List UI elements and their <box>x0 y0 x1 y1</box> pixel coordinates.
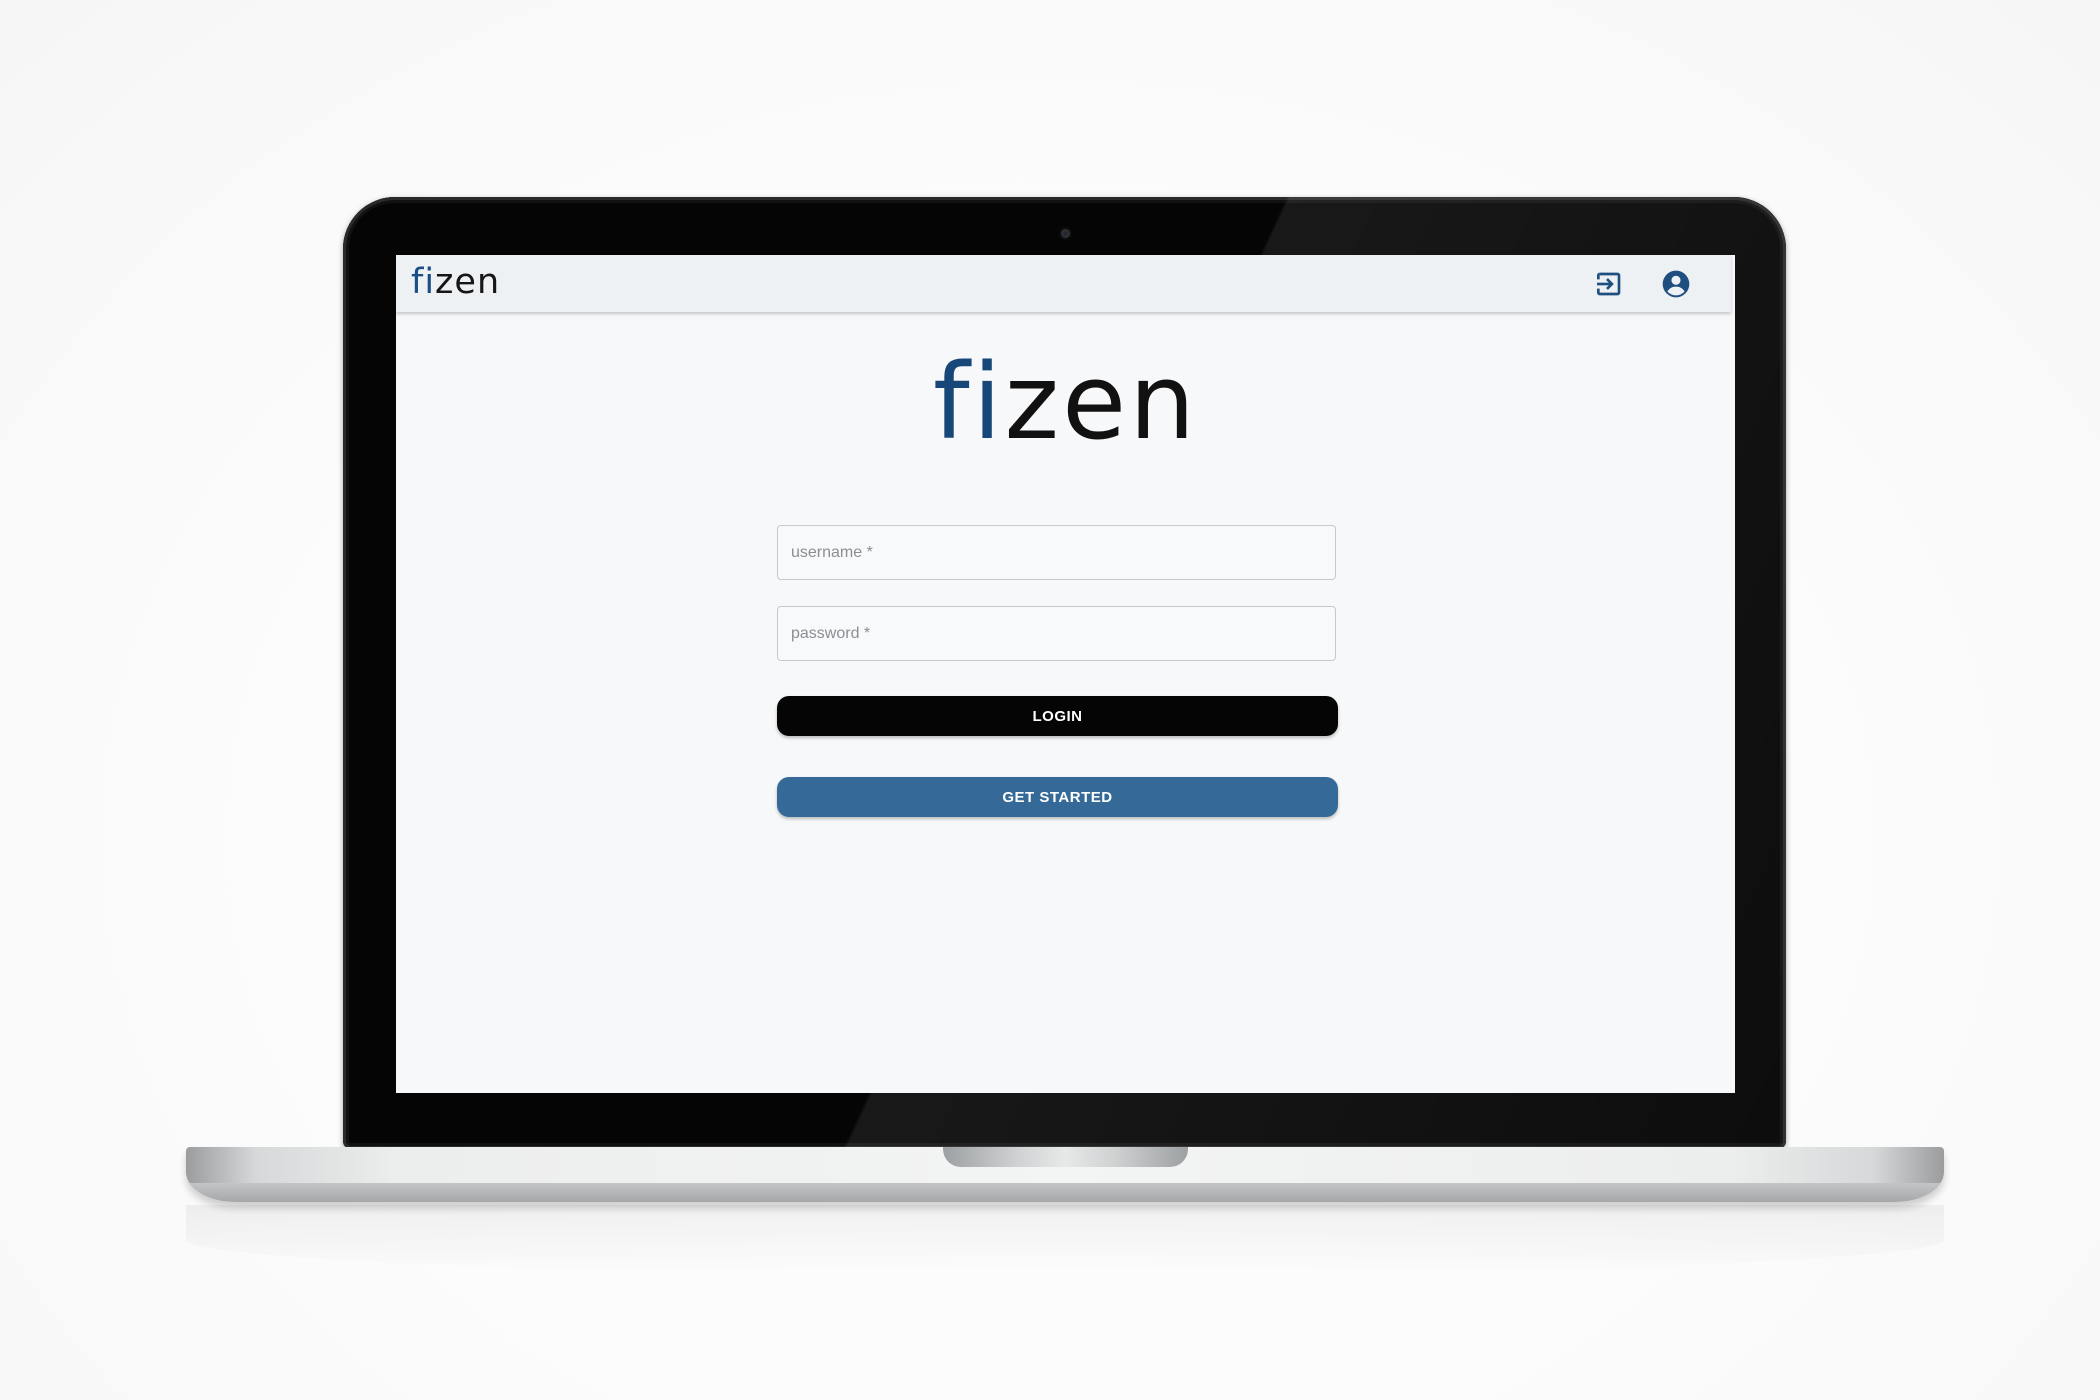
username-field[interactable] <box>777 525 1336 580</box>
main-logo-fi: fi <box>932 341 1005 463</box>
header-logo[interactable]: fizen <box>411 262 500 302</box>
laptop-mockup: fizen fizen username * LOGIN GET STARTED <box>0 0 2100 1400</box>
header-logo-zen: zen <box>435 262 501 302</box>
login-icon <box>1597 272 1621 296</box>
laptop-reflection <box>186 1205 1944 1275</box>
header-logo-fi: fi <box>411 262 436 302</box>
login-button[interactable]: LOGIN <box>777 696 1338 736</box>
username-input[interactable] <box>778 526 1335 579</box>
laptop-base-lower <box>186 1183 1944 1202</box>
account-icon-button[interactable] <box>1658 267 1694 301</box>
get-started-button[interactable]: GET STARTED <box>777 777 1338 817</box>
camera-icon <box>1061 229 1070 238</box>
app-bar: fizen <box>396 255 1731 312</box>
account-circle-icon <box>1662 270 1690 298</box>
password-input[interactable] <box>778 607 1335 660</box>
app-screen: fizen fizen username * LOGIN GET STARTED <box>396 255 1735 1093</box>
laptop-base <box>186 1147 1944 1202</box>
main-logo: fizen <box>396 347 1735 457</box>
main-logo-zen: zen <box>1004 341 1198 463</box>
login-icon-button[interactable] <box>1591 267 1627 301</box>
password-field[interactable] <box>777 606 1336 661</box>
laptop-notch <box>943 1147 1188 1167</box>
